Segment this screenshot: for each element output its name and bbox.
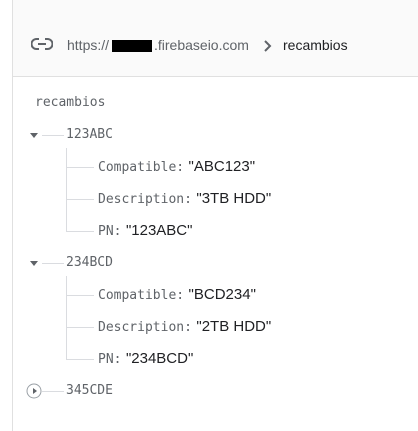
tree-leaf[interactable]: Compatible: "BCD234" bbox=[98, 285, 256, 305]
caret-down-icon[interactable] bbox=[26, 255, 42, 271]
play-circle-icon[interactable] bbox=[26, 383, 42, 399]
field-value: "2TB HDD" bbox=[196, 318, 272, 335]
tree-leaf[interactable]: Description: "3TB HDD" bbox=[98, 189, 271, 209]
tree-leaf[interactable]: Description: "2TB HDD" bbox=[98, 317, 271, 337]
field-key: Compatible: bbox=[98, 160, 185, 175]
url-bar: https:// .firebaseio.com recambios bbox=[13, 0, 418, 77]
tree-root[interactable]: recambios bbox=[35, 95, 105, 110]
field-value: "123ABC" bbox=[125, 222, 193, 239]
field-key: PN: bbox=[98, 352, 122, 367]
tree-leaf[interactable]: Compatible: "ABC123" bbox=[98, 157, 255, 177]
url-domain: .firebaseio.com bbox=[154, 37, 249, 53]
tree-node-123abc[interactable]: 123ABC bbox=[66, 127, 113, 142]
field-key: Compatible: bbox=[98, 288, 185, 303]
field-value: "3TB HDD" bbox=[196, 190, 272, 207]
field-key: PN: bbox=[98, 224, 122, 239]
field-value: "BCD234" bbox=[188, 286, 256, 303]
url-prefix: https:// bbox=[67, 37, 110, 53]
field-value: "234BCD" bbox=[125, 350, 194, 367]
link-icon[interactable] bbox=[31, 36, 53, 52]
field-key: Description: bbox=[98, 192, 192, 207]
tree-leaf[interactable]: PN: "123ABC" bbox=[98, 221, 192, 241]
field-value: "ABC123" bbox=[188, 158, 256, 175]
tree-leaf[interactable]: PN: "234BCD" bbox=[98, 349, 193, 369]
database-panel: https:// .firebaseio.com recambios recam… bbox=[12, 0, 418, 431]
field-key: Description: bbox=[98, 320, 192, 335]
tree-node-345cde[interactable]: 345CDE bbox=[66, 383, 113, 398]
chevron-right-icon bbox=[264, 40, 272, 52]
tree-node-234bcd[interactable]: 234BCD bbox=[66, 255, 113, 270]
caret-down-icon[interactable] bbox=[26, 127, 42, 143]
breadcrumb-recambios[interactable]: recambios bbox=[283, 37, 348, 53]
redacted-project-id bbox=[112, 40, 152, 52]
